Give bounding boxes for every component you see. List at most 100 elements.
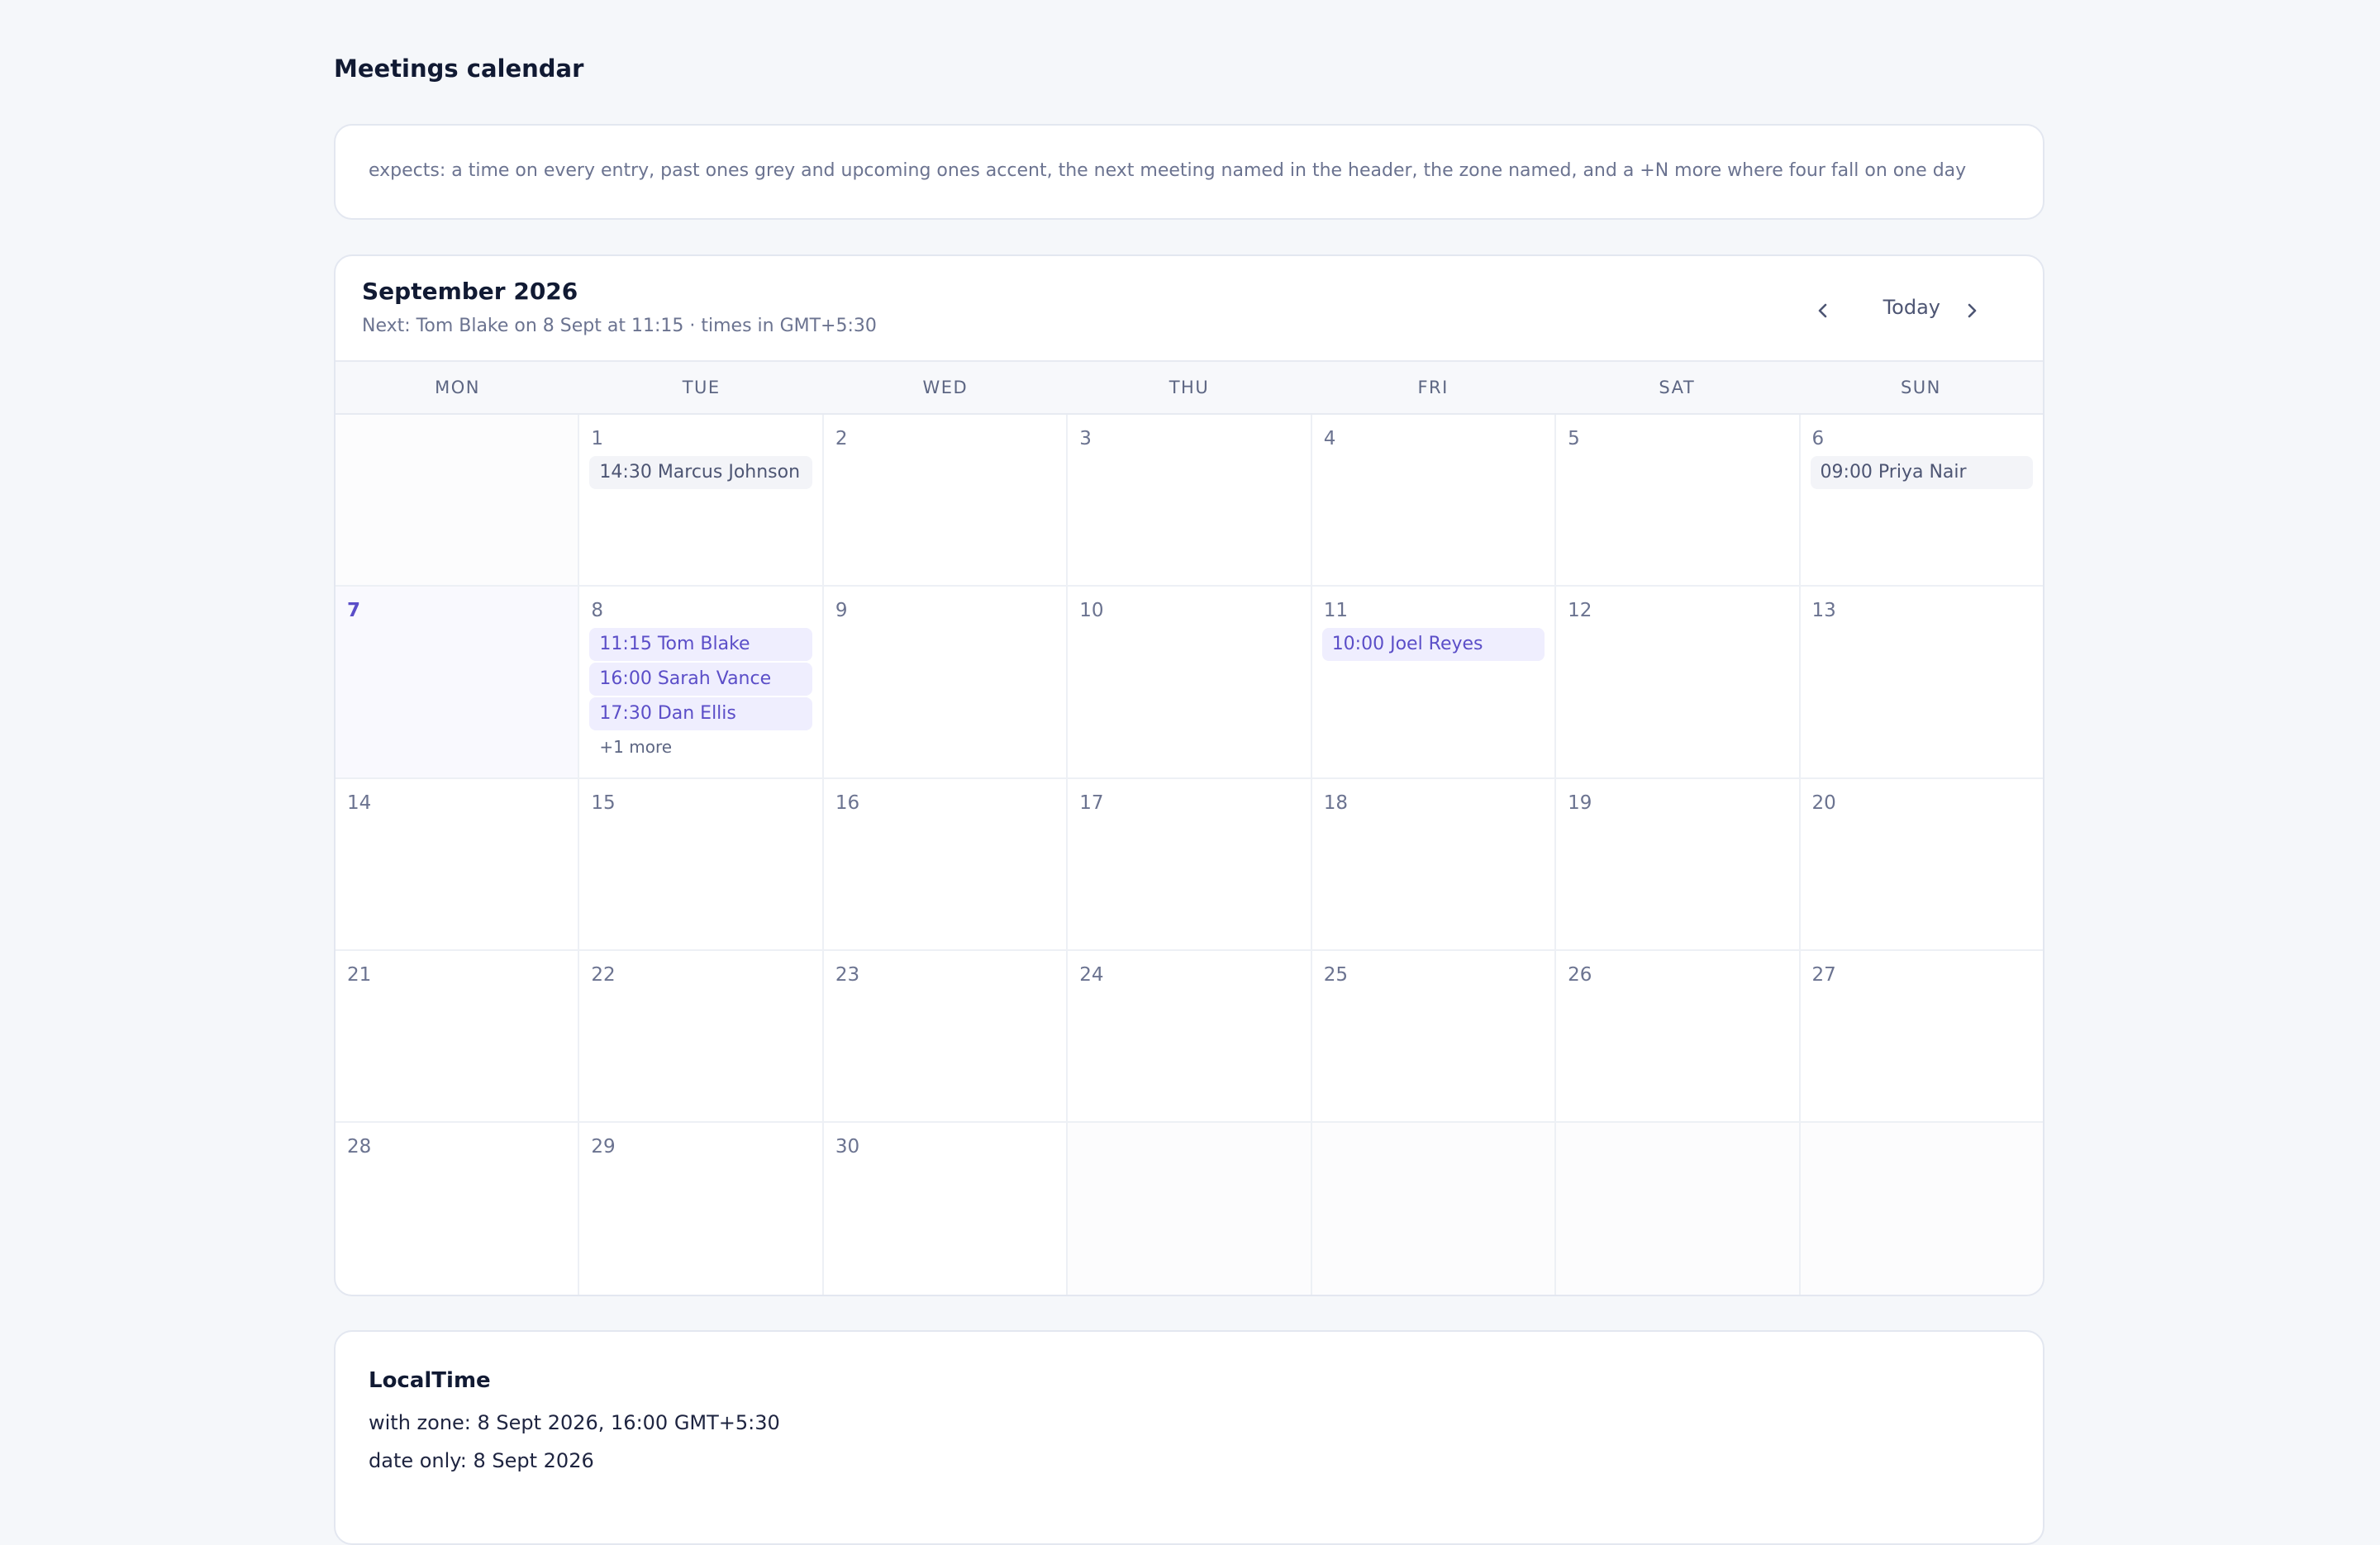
localtime-title: LocalTime bbox=[369, 1368, 491, 1393]
localtime-date-only: date only: 8 Sept 2026 bbox=[369, 1449, 594, 1472]
day-number: 27 bbox=[1811, 964, 1836, 986]
event-chip-past[interactable]: 14:30 Marcus Johnson bbox=[589, 456, 812, 489]
calendar-day[interactable]: 22 bbox=[579, 951, 824, 1121]
event-chip-upcoming[interactable]: 17:30 Dan Ellis bbox=[589, 697, 812, 730]
day-number: 3 bbox=[1079, 428, 1092, 449]
day-number: 11 bbox=[1323, 600, 1348, 621]
day-number bbox=[1322, 1134, 1545, 1159]
localtime-with-zone: with zone: 8 Sept 2026, 16:00 GMT+5:30 bbox=[369, 1411, 780, 1434]
calendar-day[interactable]: 18 bbox=[1312, 779, 1557, 949]
prev-month-button[interactable] bbox=[1806, 294, 1840, 327]
weekday-label: WED bbox=[922, 378, 969, 397]
calendar-day[interactable]: 21 bbox=[336, 951, 580, 1121]
calendar-day bbox=[1068, 1123, 1312, 1295]
event-chip-upcoming[interactable]: 16:00 Sarah Vance bbox=[589, 663, 812, 696]
calendar-week-row: 1 14:30 Marcus Johnson 2 3 4 5 6 09:00 Priya Na… bbox=[336, 415, 2043, 587]
calendar-day[interactable]: 15 bbox=[579, 779, 824, 949]
day-number: 12 bbox=[1568, 600, 1592, 621]
weekday-label: TUE bbox=[682, 378, 721, 397]
calendar-day[interactable]: 27 bbox=[1801, 951, 2043, 1121]
weekday-header-row: MON TUE WED THU FRI SAT SUN bbox=[336, 360, 2043, 415]
next-meeting-line: Next: Tom Blake on 8 Sept at 11:15 · tim… bbox=[362, 316, 877, 336]
weekday-label: MON bbox=[435, 378, 480, 397]
day-number: 9 bbox=[835, 600, 848, 621]
calendar-day[interactable]: 25 bbox=[1312, 951, 1557, 1121]
calendar-day[interactable]: 4 bbox=[1312, 415, 1557, 585]
day-number: 13 bbox=[1811, 600, 1836, 621]
calendar-day[interactable]: 3 bbox=[1068, 415, 1312, 585]
calendar-week-row: 14 15 16 17 18 19 20 bbox=[336, 779, 2043, 951]
calendar-day[interactable]: 11 10:00 Joel Reyes bbox=[1312, 587, 1557, 777]
event-chip-past[interactable]: 09:00 Priya Nair bbox=[1810, 456, 2033, 489]
calendar-day[interactable]: 19 bbox=[1556, 779, 1801, 949]
chevron-left-icon bbox=[1818, 303, 1827, 318]
calendar-day[interactable]: 1 14:30 Marcus Johnson bbox=[579, 415, 824, 585]
weekday-label: THU bbox=[1169, 378, 1210, 397]
weekday-label: SUN bbox=[1900, 378, 1941, 397]
calendar-day[interactable]: 10 bbox=[1068, 587, 1312, 777]
day-number bbox=[1811, 1134, 2033, 1159]
calendar-day[interactable]: 23 bbox=[824, 951, 1069, 1121]
calendar-day bbox=[1800, 1123, 2043, 1295]
event-chip-upcoming[interactable]: 11:15 Tom Blake bbox=[589, 628, 812, 661]
day-number: 14 bbox=[347, 792, 372, 814]
calendar-day[interactable]: 13 bbox=[1801, 587, 2043, 777]
next-month-button[interactable] bbox=[1955, 294, 1988, 327]
calendar-day[interactable]: 2 bbox=[824, 415, 1069, 585]
event-chip-upcoming[interactable]: 10:00 Joel Reyes bbox=[1321, 628, 1545, 661]
localtime-card: LocalTime with zone: 8 Sept 2026, 16:00 … bbox=[334, 1330, 2044, 1545]
calendar-day[interactable]: 26 bbox=[1556, 951, 1801, 1121]
today-button[interactable]: Today bbox=[1883, 296, 1940, 319]
calendar-day[interactable]: 14 bbox=[336, 779, 580, 949]
month-title: September 2026 bbox=[362, 278, 578, 305]
day-number: 17 bbox=[1079, 792, 1104, 814]
calendar-day bbox=[336, 415, 580, 585]
calendar-day[interactable]: 30 bbox=[824, 1123, 1069, 1295]
event-list: 10:00 Joel Reyes bbox=[1321, 628, 1545, 661]
expects-card: expects: a time on every entry, past one… bbox=[334, 124, 2044, 220]
calendar-day[interactable]: 28 bbox=[336, 1123, 580, 1295]
day-number: 29 bbox=[591, 1136, 616, 1158]
page-title: Meetings calendar bbox=[334, 55, 584, 83]
day-number: 4 bbox=[1323, 428, 1336, 449]
calendar-day[interactable]: 8 11:15 Tom Blake 16:00 Sarah Vance 17:30 D… bbox=[579, 587, 824, 777]
day-number: 7 bbox=[347, 600, 361, 621]
calendar-day[interactable]: 5 bbox=[1556, 415, 1801, 585]
day-number: 19 bbox=[1568, 792, 1592, 814]
day-number: 21 bbox=[347, 964, 372, 986]
chevron-right-icon bbox=[1968, 303, 1977, 318]
event-list: 09:00 Priya Nair bbox=[1810, 456, 2033, 489]
calendar-week-row: 7 8 11:15 Tom Blake 16:00 Sarah Vance 17:30 … bbox=[336, 587, 2043, 779]
day-number bbox=[1566, 1134, 1788, 1159]
day-number: 10 bbox=[1079, 600, 1104, 621]
day-number: 26 bbox=[1568, 964, 1592, 986]
day-number: 18 bbox=[1323, 792, 1348, 814]
day-number: 20 bbox=[1811, 792, 1836, 814]
calendar-header: September 2026 Next: Tom Blake on 8 Sept… bbox=[336, 256, 2043, 360]
event-list: 14:30 Marcus Johnson bbox=[589, 456, 812, 489]
day-number bbox=[345, 426, 568, 451]
day-number: 30 bbox=[835, 1136, 860, 1158]
day-number: 5 bbox=[1568, 428, 1580, 449]
day-number: 8 bbox=[591, 600, 604, 621]
weekday-label: FRI bbox=[1417, 378, 1449, 397]
calendar-day[interactable]: 9 bbox=[824, 587, 1069, 777]
calendar-day[interactable]: 29 bbox=[579, 1123, 824, 1295]
calendar-day[interactable]: 6 09:00 Priya Nair bbox=[1801, 415, 2043, 585]
calendar-day-today[interactable]: 7 bbox=[336, 587, 580, 777]
calendar-day[interactable]: 12 bbox=[1556, 587, 1801, 777]
more-events-link[interactable]: +1 more bbox=[589, 737, 812, 757]
calendar-week-row: 21 22 23 24 25 26 27 bbox=[336, 951, 2043, 1123]
day-number: 28 bbox=[347, 1136, 372, 1158]
calendar-day[interactable]: 24 bbox=[1068, 951, 1312, 1121]
day-number: 16 bbox=[835, 792, 860, 814]
weekday-label: SAT bbox=[1659, 378, 1696, 397]
expects-text: expects: a time on every entry, past one… bbox=[369, 160, 1967, 181]
calendar-day[interactable]: 16 bbox=[824, 779, 1069, 949]
event-list: 11:15 Tom Blake 16:00 Sarah Vance 17:30 Da… bbox=[589, 628, 812, 730]
calendar-day[interactable]: 17 bbox=[1068, 779, 1312, 949]
day-number: 25 bbox=[1323, 964, 1348, 986]
day-number: 1 bbox=[591, 428, 604, 449]
calendar-day[interactable]: 20 bbox=[1801, 779, 2043, 949]
calendar-day bbox=[1556, 1123, 1801, 1295]
